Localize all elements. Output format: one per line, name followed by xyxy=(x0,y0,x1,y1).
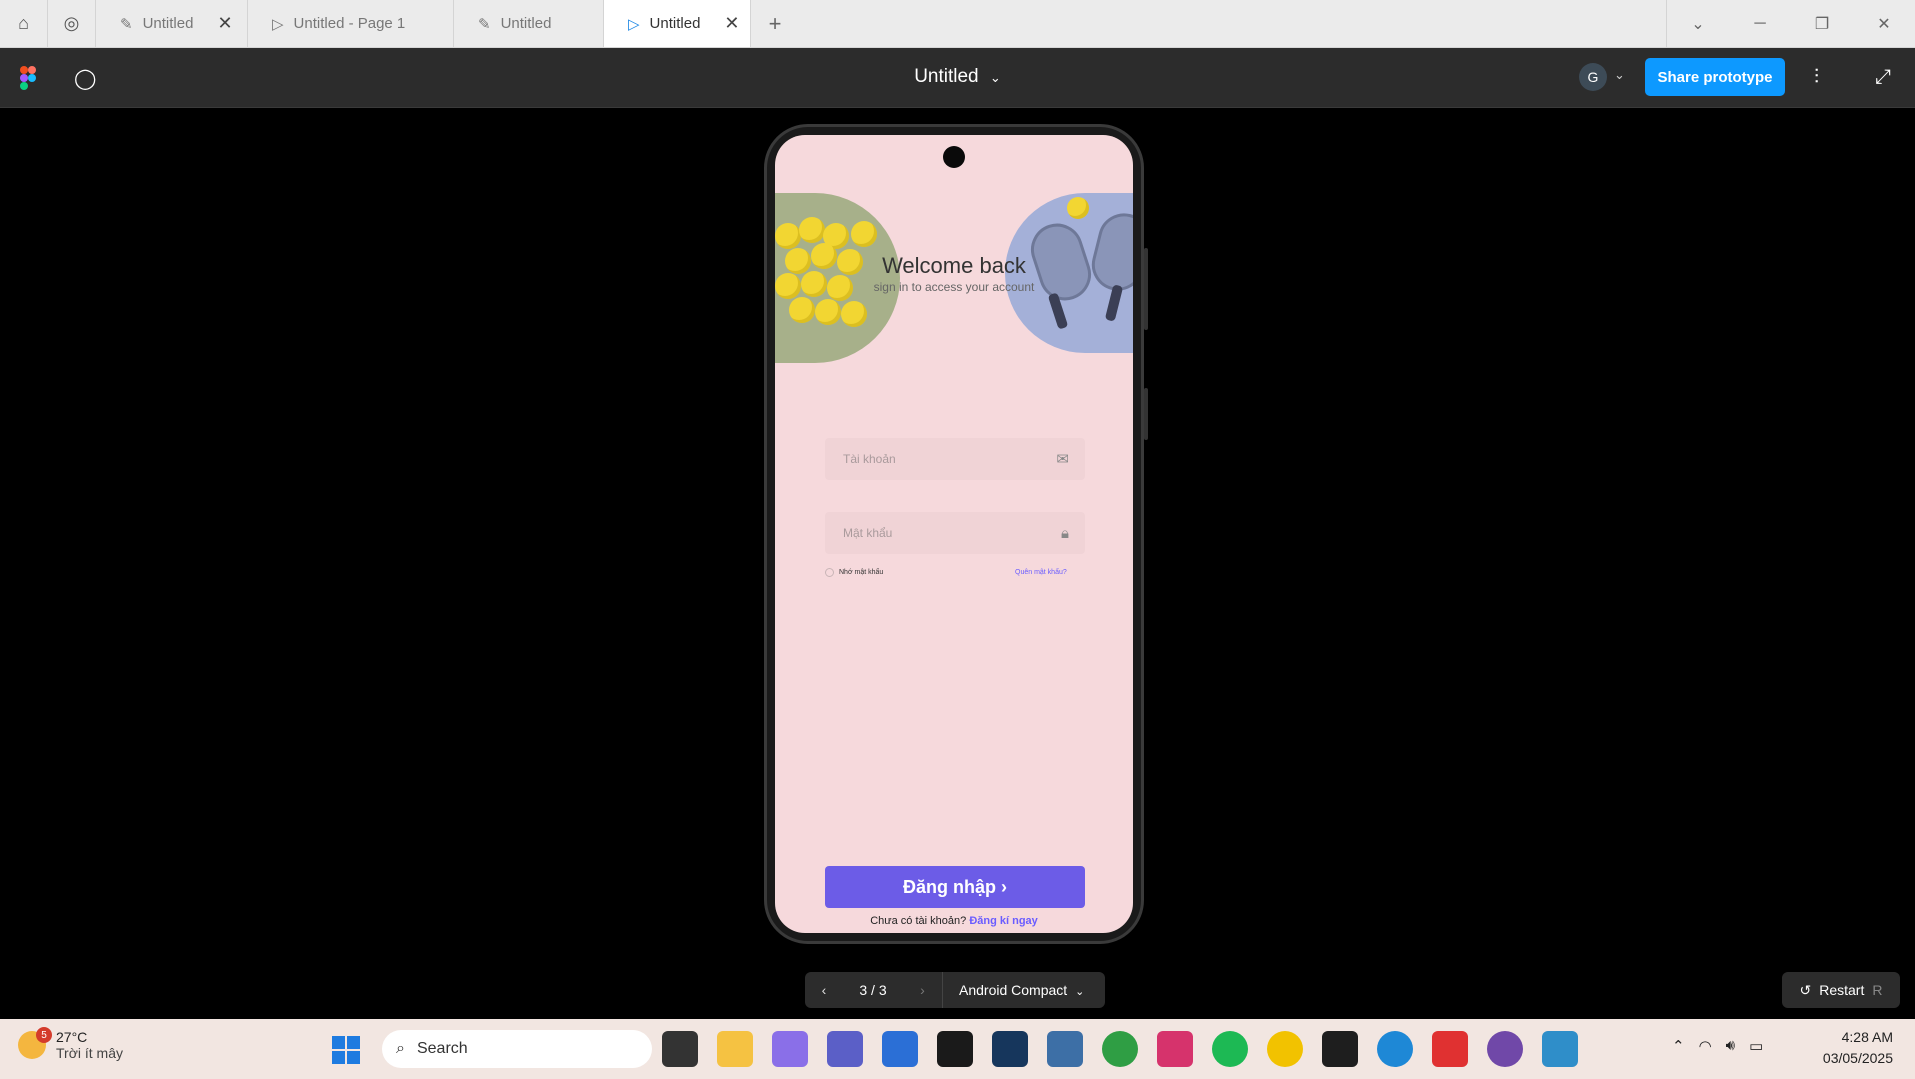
edge-icon[interactable] xyxy=(1377,1031,1413,1067)
device-label: Android Compact xyxy=(959,982,1068,998)
python-icon[interactable] xyxy=(1047,1031,1083,1067)
forgot-password-link[interactable]: Quên mật khẩu? xyxy=(1015,569,1067,576)
volume-icon[interactable]: 🔊︎ xyxy=(1726,1037,1735,1055)
window-controls: ⌄ ─ ❐ ✕ xyxy=(1666,0,1915,48)
restart-label: Restart xyxy=(1819,982,1865,998)
search-label: Search xyxy=(416,1040,468,1057)
pen-tool-icon: ✎ xyxy=(120,15,133,33)
tab-untitled-active[interactable]: ▷ Untitled ✕ xyxy=(604,0,751,47)
settings-sliders-icon[interactable]: ⫶ xyxy=(1814,66,1819,89)
play-icon: ▷ xyxy=(628,15,640,33)
github-icon[interactable] xyxy=(1487,1031,1523,1067)
chevron-right-icon[interactable]: › xyxy=(903,972,943,1008)
login-button[interactable]: Đăng nhập › xyxy=(825,866,1085,908)
username-field[interactable]: Tài khoản ✉ xyxy=(825,438,1085,480)
mail-icon: ✉ xyxy=(1056,451,1069,468)
pen-tool-icon: ✎ xyxy=(478,15,491,33)
prototype-toolbar: ◯ Untitled ⌄ G ⌄ Share prototype ⫶ ⤢ xyxy=(0,48,1915,108)
signup-prompt: Chưa có tài khoản? Đăng kí ngay xyxy=(775,915,1133,927)
notification-badge: 5 xyxy=(36,1027,52,1043)
spotify-icon[interactable] xyxy=(1212,1031,1248,1067)
frame-pager: ‹ 3 / 3 › Android Compact ⌄ xyxy=(805,972,1105,1008)
welcome-subtitle: sign in to access your account xyxy=(873,280,1035,294)
signup-link[interactable]: Đăng kí ngay xyxy=(969,915,1037,927)
instagram-icon[interactable] xyxy=(1157,1031,1193,1067)
home-icon[interactable]: ⌂ xyxy=(0,0,48,47)
visual-studio-icon[interactable] xyxy=(992,1031,1028,1067)
close-icon[interactable]: ✕ xyxy=(217,13,232,34)
browser-tab-bar: ⌂ ◎ ✎ Untitled ✕ ▷ Untitled - Page 1 ✎ U… xyxy=(0,0,1915,48)
close-icon[interactable]: ✕ xyxy=(724,13,739,34)
no-account-text: Chưa có tài khoản? xyxy=(870,915,967,927)
tab-untitled-1[interactable]: ✎ Untitled ✕ xyxy=(96,0,248,47)
tab-label: Untitled xyxy=(142,15,194,32)
close-window-icon[interactable]: ✕ xyxy=(1853,0,1915,48)
expand-icon[interactable]: ⤢ xyxy=(1875,66,1891,89)
weather-text: Trời ít mây xyxy=(56,1045,123,1061)
tab-label: Untitled xyxy=(500,15,552,32)
system-tray: ⌃ ◠ 🔊︎ ▭ xyxy=(1672,1037,1763,1055)
globe-icon[interactable]: ◎ xyxy=(48,0,96,47)
chevron-up-icon[interactable]: ⌃ xyxy=(1672,1037,1685,1055)
remember-password[interactable]: Nhớ mật khẩu xyxy=(825,568,883,577)
dropbox-icon[interactable] xyxy=(937,1031,973,1067)
chevron-down-icon[interactable]: ⌄ xyxy=(1667,0,1729,48)
tab-label: Untitled xyxy=(649,15,701,32)
file-title[interactable]: Untitled ⌄ xyxy=(0,66,1915,88)
lock-icon: 🔒︎ xyxy=(1061,524,1069,542)
figma-icon[interactable] xyxy=(1322,1031,1358,1067)
copilot-icon[interactable] xyxy=(772,1031,808,1067)
play-icon: ▷ xyxy=(272,15,284,33)
restart-icon: ↺ xyxy=(1799,981,1812,998)
remember-label: Nhớ mật khẩu xyxy=(839,569,884,576)
chevron-down-icon[interactable]: ⌄ xyxy=(1614,67,1625,83)
windows-start-icon[interactable] xyxy=(332,1036,360,1064)
temperature: 27°C xyxy=(56,1029,88,1045)
chevron-down-icon: ⌄ xyxy=(989,70,1001,85)
password-field[interactable]: Mật khẩu 🔒︎ xyxy=(825,512,1085,554)
minimize-icon[interactable]: ─ xyxy=(1729,0,1791,48)
weather-icon: 5 xyxy=(18,1027,52,1059)
frame-count: 3 / 3 xyxy=(859,982,887,998)
windows-taskbar: 5 27°C Trời ít mây ⌕ Search ⌃ ◠ 🔊︎ ▭ 4:2… xyxy=(0,1019,1915,1079)
restore-icon[interactable]: ❐ xyxy=(1791,0,1853,48)
pdf-icon[interactable] xyxy=(1432,1031,1468,1067)
wifi-icon[interactable]: ◠ xyxy=(1699,1037,1712,1055)
password-placeholder: Mật khẩu xyxy=(843,526,893,540)
share-prototype-button[interactable]: Share prototype xyxy=(1645,58,1785,96)
taskbar-apps xyxy=(662,1031,1578,1067)
tab-untitled-2[interactable]: ✎ Untitled xyxy=(454,0,604,47)
camera-icon xyxy=(943,146,965,168)
clock[interactable]: 4:28 AM 03/05/2025 xyxy=(1823,1027,1893,1069)
restart-shortcut: R xyxy=(1872,982,1883,998)
chrome-icon[interactable] xyxy=(1102,1031,1138,1067)
app-icon[interactable] xyxy=(1267,1031,1303,1067)
tab-untitled-page-1[interactable]: ▷ Untitled - Page 1 xyxy=(248,0,454,47)
store-icon[interactable] xyxy=(882,1031,918,1067)
restart-button[interactable]: ↺ Restart R xyxy=(1782,972,1900,1008)
tab-label: Untitled - Page 1 xyxy=(293,15,406,32)
file-explorer-icon[interactable] xyxy=(717,1031,753,1067)
taskbar-search[interactable]: ⌕ Search xyxy=(382,1030,652,1068)
file-title-text: Untitled xyxy=(914,66,979,87)
new-tab-button[interactable]: + xyxy=(751,0,799,47)
chevron-left-icon[interactable]: ‹ xyxy=(805,982,843,998)
teams-icon[interactable] xyxy=(827,1031,863,1067)
device-side-button xyxy=(1144,388,1148,440)
battery-icon[interactable]: ▭ xyxy=(1749,1037,1763,1055)
avatar[interactable]: G xyxy=(1579,63,1607,91)
welcome-title: Welcome back xyxy=(882,253,1026,278)
time: 4:28 AM xyxy=(1841,1029,1893,1045)
username-placeholder: Tài khoản xyxy=(843,452,896,466)
snipping-tool-icon[interactable] xyxy=(1542,1031,1578,1067)
date: 03/05/2025 xyxy=(1822,1050,1893,1066)
search-icon: ⌕ xyxy=(396,1040,405,1057)
weather-widget[interactable]: 5 27°C Trời ít mây xyxy=(18,1027,123,1061)
device-side-button xyxy=(1144,248,1148,330)
task-view-icon[interactable] xyxy=(662,1031,698,1067)
device-select[interactable]: Android Compact ⌄ xyxy=(943,982,1084,998)
chevron-down-icon: ⌄ xyxy=(1075,986,1085,998)
app-screen: Welcome back sign in to access your acco… xyxy=(775,135,1133,933)
remember-checkbox[interactable] xyxy=(825,568,834,577)
